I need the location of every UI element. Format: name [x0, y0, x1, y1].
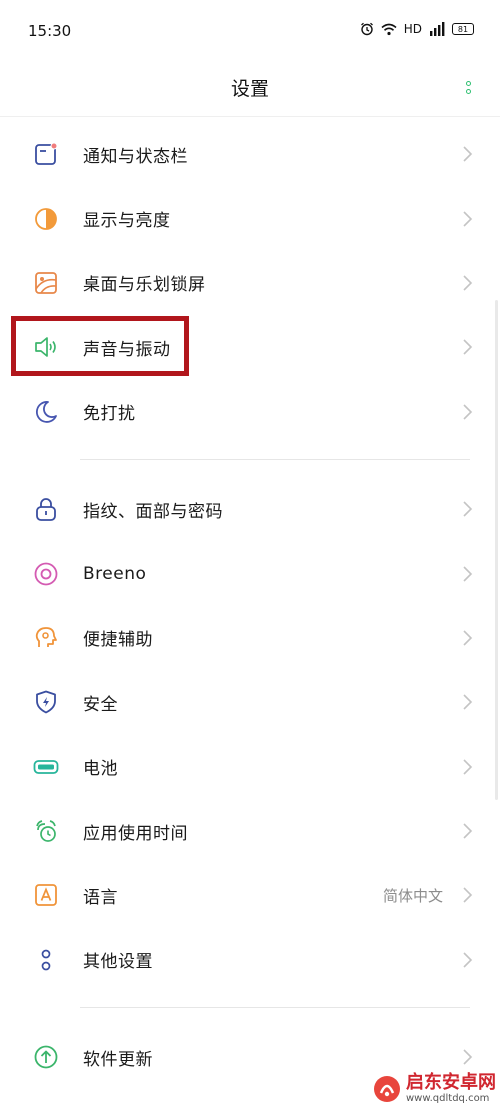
- status-icons: HD 81: [360, 22, 474, 36]
- battery-status: 81: [452, 23, 474, 35]
- chevron-right-icon: [463, 823, 473, 839]
- section-divider: [80, 1007, 470, 1009]
- setting-notifications[interactable]: 通知与状态栏: [0, 122, 500, 186]
- scrollbar[interactable]: [495, 300, 498, 800]
- setting-desktop-lockscreen[interactable]: 桌面与乐划锁屏: [0, 251, 500, 315]
- setting-label: 显示与亮度: [83, 211, 171, 232]
- setting-label: 语言: [83, 887, 118, 908]
- setting-label: 其他设置: [83, 952, 153, 973]
- setting-convenience-assist[interactable]: 便捷辅助: [0, 606, 500, 670]
- setting-label: 通知与状态栏: [83, 146, 188, 167]
- other-settings-icon: [32, 946, 60, 974]
- battery-icon: [32, 753, 60, 781]
- setting-display-brightness[interactable]: 显示与亮度: [0, 186, 500, 250]
- setting-language[interactable]: 语言 简体中文: [0, 863, 500, 927]
- setting-label: 便捷辅助: [83, 630, 153, 651]
- setting-security[interactable]: 安全: [0, 670, 500, 734]
- shield-icon: [32, 688, 60, 716]
- watermark-text: 启东安卓网 www.qdltdq.com: [406, 1074, 496, 1104]
- page-title: 设置: [230, 78, 269, 100]
- dot-icon: [465, 80, 471, 86]
- setting-fingerprint-face-password[interactable]: 指纹、面部与密码: [0, 477, 500, 541]
- signal-icon: [430, 22, 445, 36]
- wifi-icon: [381, 23, 397, 35]
- chevron-right-icon: [463, 565, 473, 582]
- settings-list: 通知与状态栏 显示与亮度 桌面与乐划锁屏 声音与振动 免打扰 指纹、面部与密码 …: [0, 122, 500, 1089]
- language-value: 简体中文: [382, 886, 443, 905]
- notification-icon: [32, 140, 60, 168]
- chevron-right-icon: [463, 501, 473, 517]
- chevron-right-icon: [463, 1049, 473, 1065]
- setting-label: 软件更新: [83, 1049, 153, 1070]
- watermark-url: www.qdltdq.com: [406, 1093, 490, 1104]
- brightness-icon: [32, 205, 60, 233]
- alarm-icon: [32, 817, 60, 845]
- chevron-right-icon: [463, 339, 473, 355]
- dot-icon: [465, 88, 471, 94]
- wallpaper-icon: [32, 269, 60, 297]
- setting-other-settings[interactable]: 其他设置: [0, 928, 500, 992]
- setting-label: 安全: [83, 694, 118, 715]
- setting-app-usage-time[interactable]: 应用使用时间: [0, 799, 500, 863]
- setting-battery[interactable]: 电池: [0, 735, 500, 799]
- watermark: 启东安卓网 www.qdltdq.com: [372, 1074, 496, 1104]
- network-label: HD: [403, 22, 422, 36]
- highlight-box: [11, 316, 189, 376]
- setting-label: 电池: [83, 759, 118, 780]
- section-divider: [80, 458, 470, 460]
- chevron-right-icon: [463, 404, 473, 420]
- setting-label: Breeno: [83, 563, 147, 584]
- chevron-right-icon: [463, 146, 473, 162]
- setting-label: 桌面与乐划锁屏: [83, 275, 206, 296]
- app-header: 设置: [0, 66, 500, 117]
- setting-label: 指纹、面部与密码: [83, 501, 223, 522]
- setting-label: 免打扰: [83, 404, 136, 425]
- alarm-status-icon: [360, 22, 373, 36]
- moon-icon: [32, 398, 60, 426]
- status-bar: 15:30 HD 81: [0, 0, 500, 66]
- assist-icon: [32, 624, 60, 652]
- setting-label: 应用使用时间: [83, 823, 188, 844]
- status-time: 15:30: [28, 22, 72, 40]
- battery-level: 81: [457, 24, 469, 34]
- chevron-right-icon: [463, 211, 473, 227]
- chevron-right-icon: [463, 694, 473, 710]
- setting-breeno[interactable]: Breeno: [0, 541, 500, 605]
- setting-do-not-disturb[interactable]: 免打扰: [0, 380, 500, 444]
- chevron-right-icon: [463, 952, 473, 968]
- breeno-icon: [32, 560, 60, 588]
- update-icon: [32, 1043, 60, 1071]
- chevron-right-icon: [463, 887, 473, 904]
- lock-icon: [32, 495, 60, 523]
- language-icon: [32, 881, 60, 909]
- more-options-button[interactable]: [458, 74, 478, 100]
- chevron-right-icon: [463, 630, 473, 646]
- chevron-right-icon: [463, 275, 473, 291]
- chevron-right-icon: [463, 759, 473, 775]
- watermark-logo-icon: [374, 1076, 400, 1102]
- watermark-name: 启东安卓网: [406, 1072, 496, 1093]
